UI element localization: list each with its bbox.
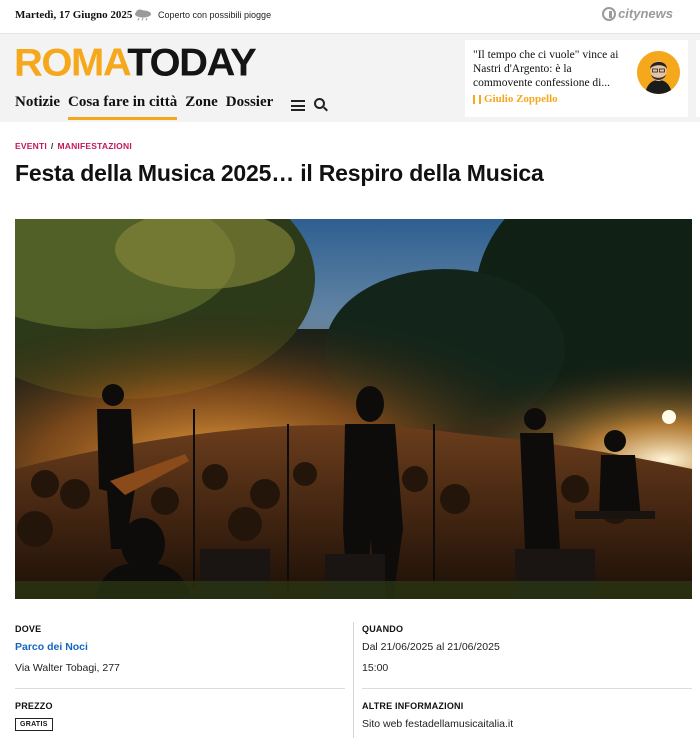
info-divider-right (362, 688, 692, 689)
cloud-rain-icon (135, 9, 151, 21)
nav-item-zone[interactable]: Zone (185, 94, 218, 117)
citynews-logo[interactable]: citynews (602, 6, 673, 21)
breadcrumb-manifestazioni[interactable]: MANIFESTAZIONI (57, 141, 131, 151)
price-badge: GRATIS (15, 718, 53, 731)
author-avatar (637, 51, 680, 94)
nav-item-cosa-fare[interactable]: Cosa fare in città (67, 94, 178, 120)
promo-next-card-edge[interactable] (696, 40, 700, 117)
site-header: ROMATODAY Notizie Cosa fare in città Zon… (0, 34, 700, 122)
hamburger-icon[interactable] (291, 100, 306, 111)
citynews-logo-icon (602, 6, 617, 21)
info-divider-left (15, 688, 345, 689)
event-hero-image (15, 219, 692, 599)
weather-text: Coperto con possibili piogge (158, 10, 272, 20)
when-label: QUANDO (362, 624, 404, 634)
breadcrumb-separator: / (50, 141, 54, 151)
citynews-logo-text: citynews (618, 6, 673, 21)
romatoday-logo[interactable]: ROMATODAY (14, 41, 257, 85)
article-title: Festa della Musica 2025… il Respiro dell… (15, 160, 544, 186)
top-bar: Martedì, 17 Giugno 2025 Coperto con poss… (0, 0, 700, 34)
breadcrumb: EVENTI / MANIFESTAZIONI (15, 141, 132, 151)
promo-headline[interactable]: "Il tempo che ci vuole" vince ai Nastri … (473, 48, 623, 90)
logo-part-roma: ROMA (14, 41, 129, 85)
where-address: Via Walter Tobagi, 277 (15, 662, 120, 674)
promo-author-name: Giulio Zoppello (484, 93, 558, 105)
when-dates: Dal 21/06/2025 al 21/06/2025 (362, 641, 500, 653)
more-info-website[interactable]: Sito web festadellamusicaitalia.it (362, 718, 513, 730)
logo-part-today: TODAY (127, 41, 257, 85)
promo-author: Giulio Zoppello (473, 93, 558, 105)
main-nav: Notizie Cosa fare in città Zone Dossier (15, 94, 329, 120)
more-info-label: ALTRE INFORMAZIONI (362, 701, 464, 711)
weather-widget[interactable]: Coperto con possibili piogge (133, 9, 271, 21)
quote-mark-icon (473, 94, 481, 104)
nav-item-notizie[interactable]: Notizie (15, 94, 60, 117)
current-date: Martedì, 17 Giugno 2025 (15, 9, 133, 21)
when-time: 15:00 (362, 662, 389, 674)
search-icon[interactable] (314, 98, 329, 112)
price-label: PREZZO (15, 701, 53, 711)
where-label: DOVE (15, 624, 42, 634)
info-vertical-divider (353, 622, 354, 738)
promo-article-card[interactable]: "Il tempo che ci vuole" vince ai Nastri … (465, 40, 688, 117)
where-place-link[interactable]: Parco dei Noci (15, 641, 88, 653)
breadcrumb-eventi[interactable]: EVENTI (15, 141, 47, 151)
nav-item-dossier[interactable]: Dossier (226, 94, 274, 117)
